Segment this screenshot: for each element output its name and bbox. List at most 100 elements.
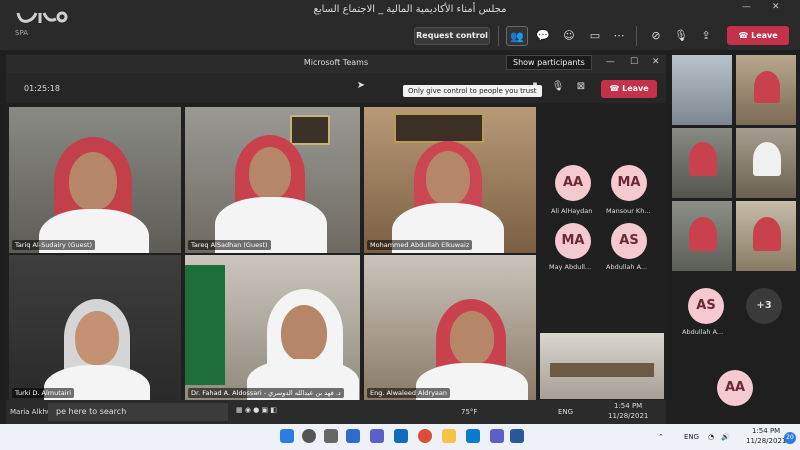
video-tile-small[interactable] bbox=[672, 55, 732, 125]
show-participants-tooltip: Show participants bbox=[506, 55, 592, 70]
video-tile[interactable]: Dr. Fahad A. Aldossari - د. فهد بن عبدال… bbox=[185, 255, 360, 401]
chrome-icon[interactable] bbox=[418, 429, 432, 443]
minimize-icon[interactable]: — bbox=[742, 2, 751, 12]
leave-label: Leave bbox=[751, 31, 778, 40]
video-tile-small[interactable] bbox=[736, 128, 796, 198]
clock-time[interactable]: 1:54 PM bbox=[752, 427, 780, 435]
teams-chat-icon[interactable] bbox=[370, 429, 384, 443]
shared-language: ENG bbox=[558, 408, 574, 416]
mic-off-icon[interactable]: 🎙 bbox=[670, 26, 692, 46]
wall-frame bbox=[290, 115, 330, 145]
participant-avatar[interactable]: AA bbox=[555, 165, 591, 201]
share-tray-icon[interactable]: ⇪ bbox=[695, 26, 717, 46]
inner-close-icon[interactable]: ✕ bbox=[652, 57, 660, 67]
close-window-icon[interactable]: ✕ bbox=[772, 2, 780, 12]
leave-button[interactable]: ☎ Leave bbox=[727, 26, 789, 45]
meeting-title: مجلس أمناء الأكاديمية المالية _ الاجتماع… bbox=[313, 4, 507, 15]
participant-avatar[interactable]: AS bbox=[611, 223, 647, 259]
share-screen-icon[interactable]: ▭ bbox=[584, 26, 606, 46]
shared-search-box[interactable]: pe here to search bbox=[48, 403, 228, 421]
shared-taskbar: Maria Alkhumsi pe here to search ▦ ◉ ● ▣… bbox=[6, 400, 666, 424]
video-tile-small[interactable] bbox=[736, 55, 796, 125]
participant-avatar-label: Ali AlHaydan bbox=[551, 207, 593, 215]
inner-mic-icon[interactable]: 🎙 bbox=[549, 81, 567, 92]
video-tile-small[interactable] bbox=[736, 201, 796, 271]
file-explorer-icon[interactable] bbox=[442, 429, 456, 443]
spa-logo: SPA bbox=[14, 9, 70, 45]
conference-table bbox=[550, 363, 654, 377]
outlook-icon[interactable] bbox=[394, 429, 408, 443]
shared-clock-time: 1:54 PM bbox=[614, 402, 643, 410]
meeting-timer: 01:25:18 bbox=[24, 84, 60, 93]
more-options-icon[interactable]: ⋯ bbox=[608, 26, 630, 46]
participant-video bbox=[75, 311, 119, 365]
wall-portraits bbox=[394, 113, 484, 143]
inner-leave-button[interactable]: ☎ Leave bbox=[601, 80, 657, 98]
participant-avatar-label: Mansour Kh... bbox=[606, 207, 651, 215]
shared-search-placeholder: pe here to search bbox=[56, 407, 127, 416]
request-control-button[interactable]: Request control bbox=[414, 27, 490, 45]
wifi-icon[interactable]: ◔ bbox=[708, 433, 714, 441]
participant-video bbox=[753, 142, 781, 176]
video-tile-small[interactable] bbox=[672, 128, 732, 198]
inner-phone-icon: ☎ bbox=[609, 84, 623, 93]
participant-video bbox=[281, 305, 327, 361]
video-tile[interactable]: Tariq Al-Sudairy (Guest) bbox=[9, 107, 181, 253]
word-icon[interactable] bbox=[510, 429, 524, 443]
shared-weather: 75°F bbox=[461, 408, 478, 416]
notification-badge[interactable]: 20 bbox=[784, 432, 796, 444]
participant-video bbox=[450, 311, 494, 365]
teams-icon[interactable] bbox=[490, 429, 504, 443]
video-tile[interactable]: Eng. Alwaleed Aldryaan bbox=[364, 255, 536, 401]
volume-icon[interactable]: 🔊 bbox=[721, 433, 730, 441]
video-tile-small[interactable] bbox=[672, 201, 732, 271]
participant-video bbox=[249, 147, 291, 199]
participant-name: Dr. Fahad A. Aldossari - د. فهد بن عبدال… bbox=[188, 388, 344, 398]
participant-avatar[interactable]: AS bbox=[688, 288, 724, 324]
edge-icon[interactable] bbox=[466, 429, 480, 443]
start-icon[interactable] bbox=[280, 429, 294, 443]
reactions-icon[interactable]: ☺ bbox=[558, 26, 580, 46]
shared-clock-date: 11/28/2021 bbox=[608, 412, 649, 420]
video-tile[interactable]: Turki D. Almutairi bbox=[9, 255, 181, 401]
shared-teams-window: Microsoft Teams — ☐ ✕ 01:25:18 ➤ ▮ 🎙 ⊠ O… bbox=[6, 55, 666, 401]
inner-maximize-icon[interactable]: ☐ bbox=[630, 57, 638, 67]
participant-name: Turki D. Almutairi bbox=[12, 388, 75, 398]
participant-avatar[interactable]: MA bbox=[555, 223, 591, 259]
widgets-icon[interactable] bbox=[346, 429, 360, 443]
participant-video bbox=[753, 217, 781, 251]
logo-sub: SPA bbox=[15, 29, 29, 37]
clock-date[interactable]: 11/28/2021 bbox=[746, 437, 786, 445]
language-indicator[interactable]: ENG bbox=[684, 433, 699, 441]
search-icon[interactable] bbox=[302, 429, 316, 443]
participant-name: Tariq Al-Sudairy (Guest) bbox=[12, 240, 96, 250]
shared-task-icons[interactable]: ▦ ◉ ● ▣ ◧ bbox=[236, 406, 277, 414]
more-participants-button[interactable]: +3 bbox=[746, 288, 782, 324]
participant-avatar[interactable]: MA bbox=[611, 165, 647, 201]
chevron-up-icon[interactable]: ⌃ bbox=[658, 433, 664, 441]
flag bbox=[185, 265, 225, 385]
tile-background bbox=[672, 55, 732, 125]
participant-avatar-label: Abdullah A... bbox=[682, 328, 724, 336]
participant-avatar[interactable]: AA bbox=[717, 370, 753, 406]
video-tile[interactable]: Tareq AlSadhan (Guest) bbox=[185, 107, 360, 253]
gallery-room-video[interactable] bbox=[540, 333, 664, 399]
participant-name: Eng. Alwaleed Aldryaan bbox=[367, 388, 451, 398]
participant-name: Tareq AlSadhan (Guest) bbox=[188, 240, 271, 250]
participant-name: Mohammed Abdullah Elkuwaiz bbox=[367, 240, 473, 250]
camera-off-icon[interactable]: ⊘ bbox=[645, 26, 667, 46]
control-warning-tooltip: Only give control to people you trust bbox=[403, 85, 542, 97]
teams-screen: SPA مجلس أمناء الأكاديمية المالية _ الاج… bbox=[0, 0, 800, 450]
participant-video bbox=[754, 71, 780, 103]
inner-minimize-icon[interactable]: — bbox=[606, 57, 615, 67]
participant-avatar-label: Abdullah A... bbox=[606, 263, 648, 271]
inner-stop-share-icon[interactable]: ⊠ bbox=[572, 81, 590, 92]
participants-icon[interactable]: 👥 bbox=[506, 26, 528, 46]
participant-video bbox=[689, 142, 717, 176]
meeting-toolbar: SPA مجلس أمناء الأكاديمية المالية _ الاج… bbox=[0, 0, 800, 50]
chat-icon[interactable]: 💬 bbox=[532, 26, 554, 46]
participant-avatar-label: May Abdull... bbox=[549, 263, 592, 271]
video-tile-active-speaker[interactable]: Mohammed Abdullah Elkuwaiz bbox=[364, 107, 536, 253]
task-view-icon[interactable] bbox=[324, 429, 338, 443]
toolbar-divider bbox=[636, 26, 637, 46]
